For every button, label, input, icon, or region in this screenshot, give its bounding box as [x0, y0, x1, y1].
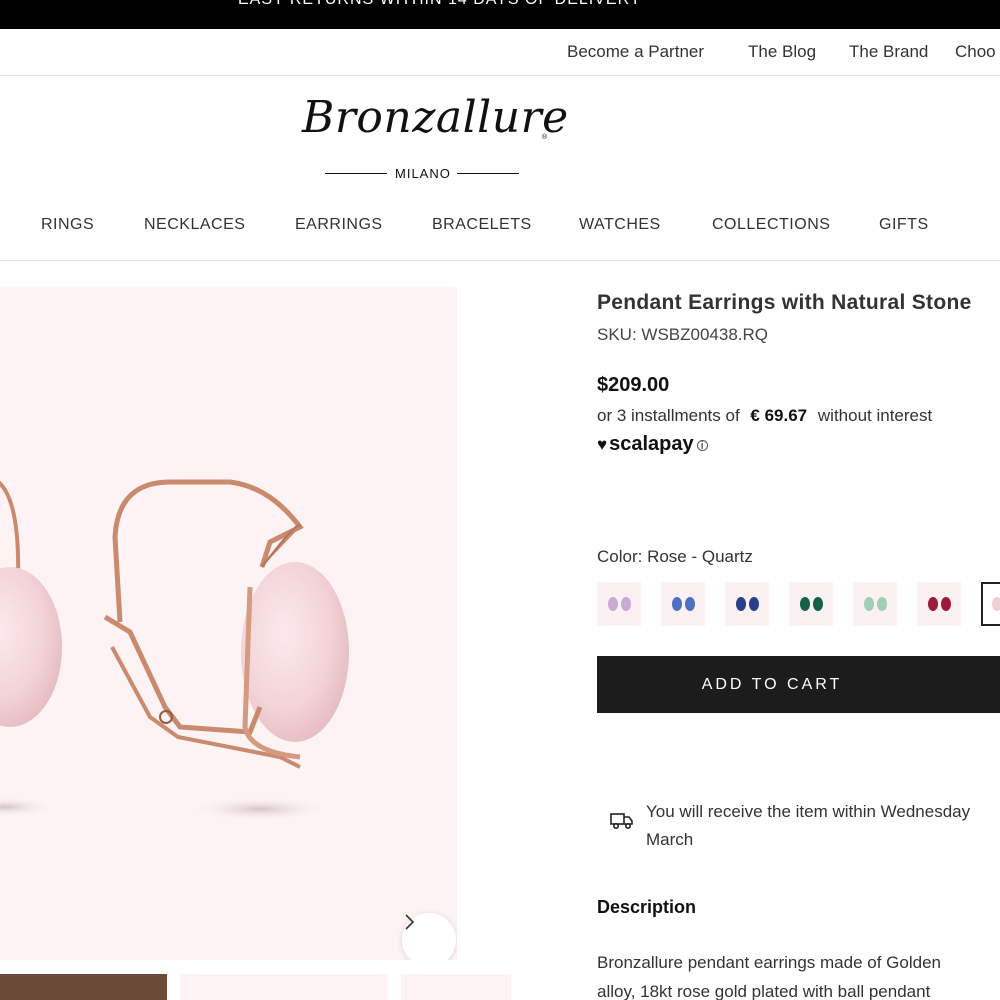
swatch-dot: [735, 597, 746, 611]
color-label: Color: Rose - Quartz: [597, 547, 753, 566]
swatch-lapis-dark[interactable]: [725, 582, 769, 626]
delivery-line-2: March: [646, 830, 694, 849]
nav-rings[interactable]: RINGS: [41, 216, 94, 234]
logo-registered-mark: ®: [542, 134, 548, 141]
swatch-dot: [799, 597, 810, 611]
nav-watches[interactable]: WATCHES: [579, 216, 661, 234]
heart-icon: ♥: [597, 434, 608, 454]
product-sku: SKU: WSBZ00438.RQ: [597, 325, 769, 344]
swatch-aventurine[interactable]: [853, 582, 897, 626]
logo-rule-right: [457, 173, 519, 174]
swatch-dot: [684, 597, 695, 611]
product-title: Pendant Earrings with Natural Stone: [597, 291, 972, 314]
swatch-dot: [863, 597, 874, 611]
description-heading: Description: [597, 897, 697, 917]
delivery-text: You will receive the item within Wednesd…: [646, 798, 1000, 854]
nav-gifts[interactable]: GIFTS: [879, 216, 929, 234]
util-link-blog[interactable]: The Blog: [748, 42, 816, 62]
description-body: Bronzallure pendant earrings made of Gol…: [597, 948, 1000, 1000]
add-to-cart-button[interactable]: ADD TO CART: [597, 656, 1000, 713]
truck-icon: [610, 810, 634, 835]
next-image-button[interactable]: [402, 913, 456, 960]
product-image-gallery[interactable]: [0, 287, 457, 960]
swatch-lapis-light[interactable]: [661, 582, 705, 626]
utility-nav: Become a Partner The Blog The Brand Choo: [0, 29, 1000, 76]
nav-bracelets[interactable]: BRACELETS: [432, 216, 532, 234]
nav-earrings[interactable]: EARRINGS: [295, 216, 383, 234]
nav-necklaces[interactable]: NECKLACES: [144, 216, 245, 234]
logo-rule-left: [325, 173, 387, 174]
logo-script: Bronzallure: [302, 92, 569, 143]
scalapay-badge[interactable]: ♥ scalapay i: [597, 433, 708, 456]
swatch-ruby[interactable]: [917, 582, 961, 626]
util-link-partner[interactable]: Become a Partner: [567, 42, 704, 62]
installments-amount: € 69.67: [750, 406, 808, 425]
nav-collections[interactable]: COLLECTIONS: [712, 216, 830, 234]
swatch-dot: [940, 597, 951, 611]
thumbnail-1[interactable]: [0, 974, 167, 1000]
logo-subtitle: MILANO: [395, 166, 451, 181]
swatch-malachite[interactable]: [789, 582, 833, 626]
announcement-text: EASY RETURNS WITHIN 14 DAYS OF DELIVERY: [238, 0, 642, 9]
swatch-dot: [812, 597, 823, 611]
description-line-2: alloy, 18kt rose gold plated with ball p…: [597, 982, 931, 1000]
thumbnail-3[interactable]: [401, 974, 511, 1000]
scalapay-label: scalapay: [609, 433, 694, 455]
product-image: [0, 479, 349, 821]
brand-logo[interactable]: Bronzallure ® MILANO: [300, 90, 568, 185]
swatch-dot: [991, 597, 1000, 611]
info-icon[interactable]: i: [696, 440, 708, 452]
installments-prefix: or 3 installments of: [597, 406, 740, 425]
util-link-choose[interactable]: Choo: [955, 42, 996, 62]
swatch-dot: [876, 597, 887, 611]
delivery-line-1: You will receive the item within Wednesd…: [646, 802, 971, 821]
installments-suffix: without interest: [817, 406, 933, 425]
swatch-dot: [620, 597, 631, 611]
swatch-rose-quartz[interactable]: [981, 582, 1000, 626]
swatch-dot: [927, 597, 938, 611]
product-price: $209.00: [597, 374, 670, 396]
swatch-dot: [748, 597, 759, 611]
swatch-dot: [671, 597, 682, 611]
thumbnail-2[interactable]: [180, 974, 388, 1000]
main-nav: RINGS NECKLACES EARRINGS BRACELETS WATCH…: [0, 200, 1000, 261]
util-link-brand[interactable]: The Brand: [849, 42, 928, 62]
swatch-dot: [607, 597, 618, 611]
installments-info: or 3 installments of € 69.67 without int…: [597, 406, 932, 426]
announcement-bar: EASY RETURNS WITHIN 14 DAYS OF DELIVERY: [0, 0, 1000, 29]
description-line-1: Bronzallure pendant earrings made of Gol…: [597, 953, 941, 972]
swatch-amethyst[interactable]: [597, 582, 641, 626]
